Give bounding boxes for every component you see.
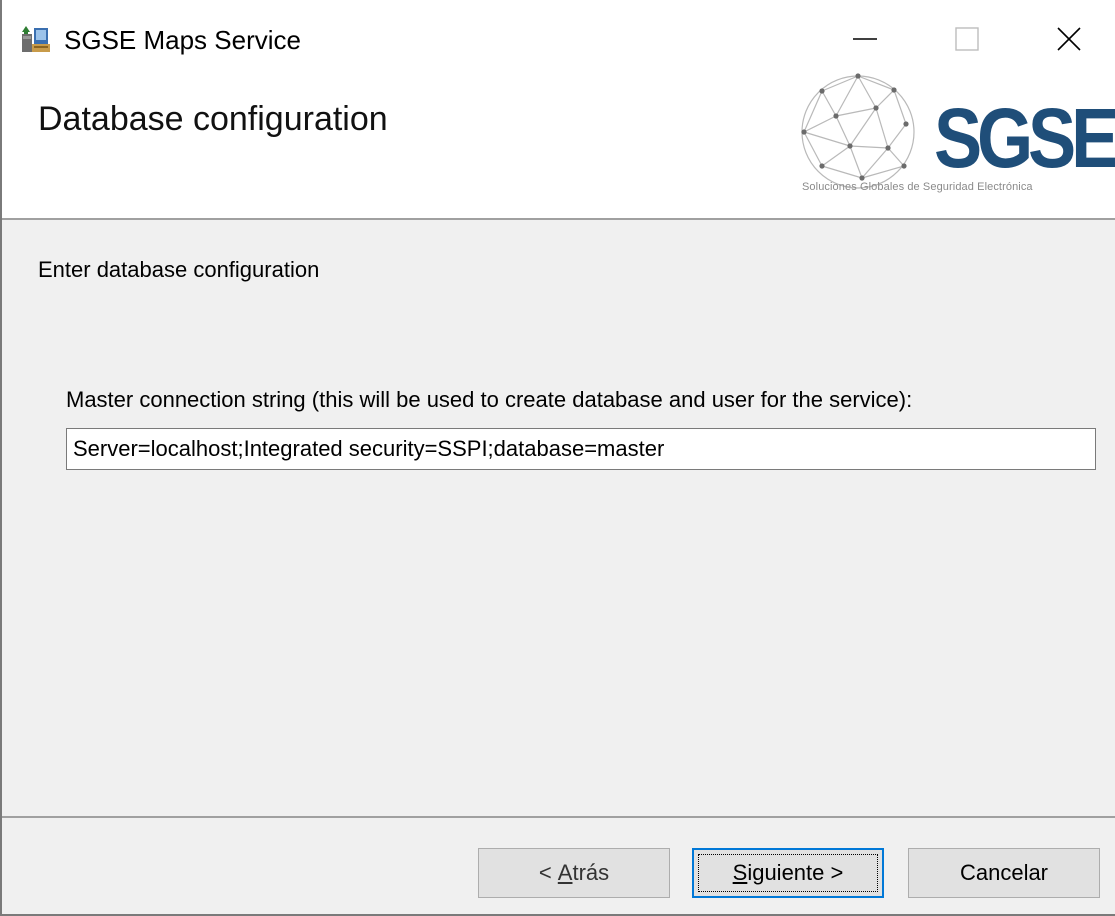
close-icon (1057, 27, 1081, 51)
maximize-icon (955, 27, 979, 51)
connection-string-label: Master connection string (this will be u… (66, 387, 913, 412)
next-button[interactable]: Siguiente > (692, 848, 884, 898)
sgse-logo: SGSE Soluciones Globales de Seguridad El… (792, 66, 1115, 216)
maximize-button[interactable] (932, 14, 1002, 64)
connection-string-input[interactable] (66, 428, 1096, 470)
instruction-text: Enter database configuration (38, 257, 320, 282)
minimize-button[interactable] (830, 14, 900, 64)
back-button-label: trás (572, 860, 610, 885)
installer-app-icon (20, 24, 52, 56)
installer-window: SGSE Maps Service Database configuration (0, 0, 1115, 916)
header-banner: Database configuration SGSE Soluciones G… (2, 73, 1115, 220)
back-button-mnemonic: A (557, 860, 573, 885)
next-button-mnemonic: S (732, 860, 748, 885)
globe-network-icon (801, 73, 915, 189)
logo-tagline: Soluciones Globales de Seguridad Electró… (802, 181, 1033, 193)
cancel-button-label: Cancelar (959, 860, 1049, 885)
button-bar: < Atrás Siguiente > Cancelar (2, 816, 1115, 914)
dialog-content: Enter database configuration Master conn… (2, 220, 1115, 815)
next-button-label: iguiente > (747, 860, 844, 885)
window-title: SGSE Maps Service (64, 25, 301, 55)
page-title: Database configuration (38, 100, 388, 138)
minimize-icon (853, 38, 877, 40)
back-button[interactable]: < Atrás (478, 848, 670, 898)
close-button[interactable] (1034, 14, 1104, 64)
logo-wordmark: SGSE (934, 91, 1115, 185)
cancel-button[interactable]: Cancelar (908, 848, 1100, 898)
back-button-prefix: < (538, 860, 558, 885)
